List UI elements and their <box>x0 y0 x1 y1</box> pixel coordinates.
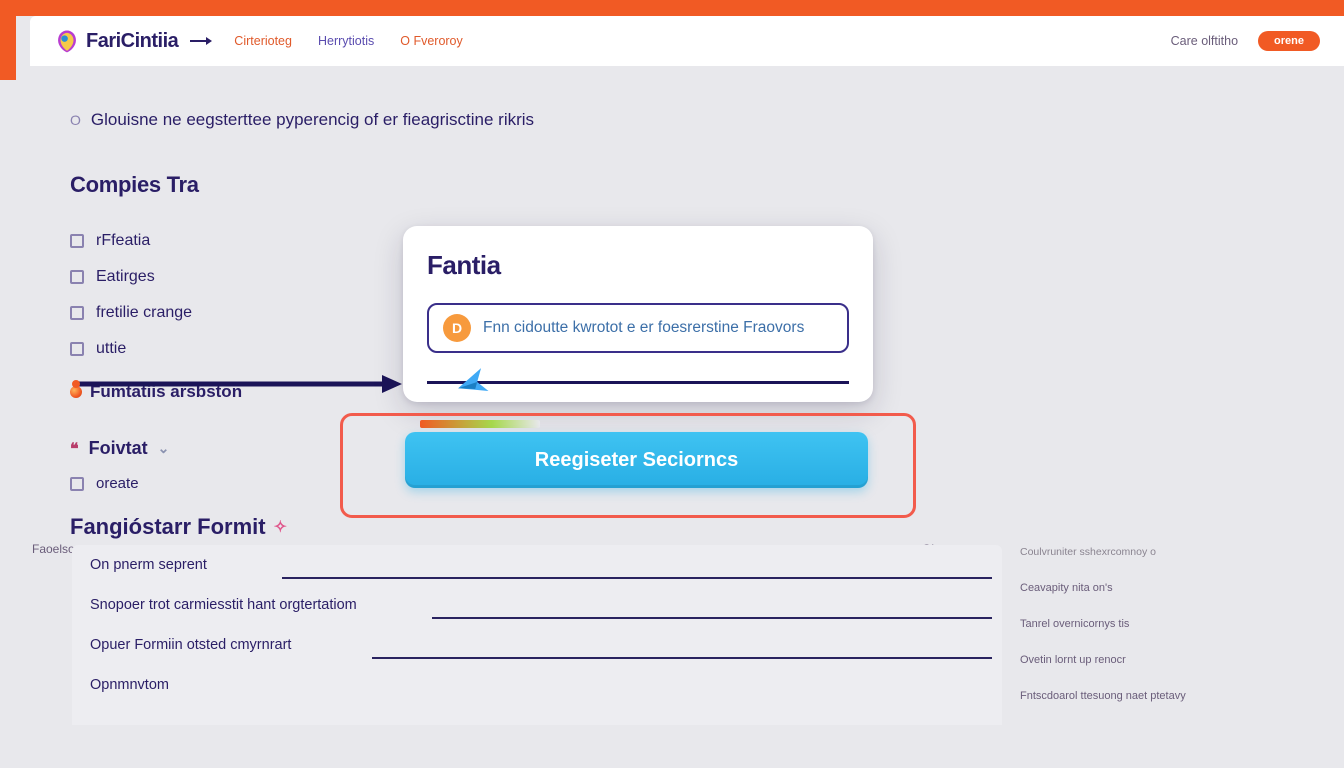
modal-progress-line <box>427 381 849 384</box>
form-row-4[interactable]: Opnmnvtom <box>72 665 1002 705</box>
section-title-form: Fangióstarr Formit ✧ <box>70 514 1304 540</box>
nav-link-3[interactable]: O Fveroroy <box>400 34 463 48</box>
sparkle-icon: ✧ <box>274 517 287 537</box>
subsection-label: Foivtat <box>89 438 148 459</box>
nav-link-2[interactable]: Herrytiotis <box>318 34 374 48</box>
top-nav: FariCintiia Cirterioteg Herrytiotis O Fv… <box>30 16 1344 66</box>
logo-icon <box>54 28 80 54</box>
brand-logo[interactable]: FariCintiia <box>54 28 212 54</box>
nav-link-1[interactable]: Cirterioteg <box>234 34 292 48</box>
side-note-2: Tanrel overnicornys tis <box>1020 618 1186 630</box>
section-title-companies: Compies Tra <box>70 172 1304 198</box>
chevron-down-icon: ⌄ <box>158 440 170 457</box>
modal-card: Fantia D Fnn cidoutte kwrotot e er foesr… <box>403 226 873 402</box>
side-note-4: Fntscdoarol ttesuong naet ptetavy <box>1020 690 1186 702</box>
brand-name: FariCintiia <box>86 30 178 53</box>
breadcrumb: O Glouisne ne eegsterttee pyperencig of … <box>70 110 1304 130</box>
breadcrumb-text: Glouisne ne eegsterttee pyperencig of er… <box>91 110 534 130</box>
primary-nav: Cirterioteg Herrytiotis O Fveroroy <box>234 34 462 48</box>
account-link[interactable]: Care olftitho <box>1171 34 1238 48</box>
form-row-3[interactable]: Opuer Formiin otsted cmyrnrart <box>72 625 1002 665</box>
plane-icon <box>450 358 498 406</box>
create-label: oreate <box>96 475 139 492</box>
frame-top-stripe <box>0 0 1344 16</box>
form-row-2[interactable]: Snopoer trot carmiesstit hant orgtertati… <box>72 585 1002 625</box>
frame-left-stripe <box>0 0 16 80</box>
side-notes-header: Coulvruniter sshexrcomnoy o <box>1020 546 1186 558</box>
modal-title: Fantia <box>427 250 849 281</box>
stage-dot-icon <box>70 386 82 398</box>
modal-badge-icon: D <box>443 314 471 342</box>
top-cta-button[interactable]: orene <box>1258 31 1320 51</box>
side-notes: Coulvruniter sshexrcomnoy o Ceavapity ni… <box>1020 546 1186 702</box>
modal-input-text: Fnn cidoutte kwrotot e er foesrerstine F… <box>483 319 804 337</box>
form-row-1[interactable]: On pnerm seprent <box>72 545 1002 585</box>
top-right-group: Care olftitho orene <box>1171 31 1320 51</box>
side-note-3: Ovetin lornt up renocr <box>1020 654 1186 666</box>
modal-input[interactable]: D Fnn cidoutte kwrotot e er foesrerstine… <box>427 303 849 353</box>
register-button[interactable]: Reegiseter Seciorncs <box>405 432 868 488</box>
form-region: On pnerm seprent Snopoer trot carmiessti… <box>72 545 1002 725</box>
breadcrumb-bullet-icon: O <box>70 112 81 128</box>
quote-icon: ❝ <box>70 439 79 459</box>
stage-label-text: Fumtatiis arsbston <box>90 382 242 402</box>
brand-arrow-icon <box>190 36 212 46</box>
side-note-1: Ceavapity nita on's <box>1020 582 1186 594</box>
